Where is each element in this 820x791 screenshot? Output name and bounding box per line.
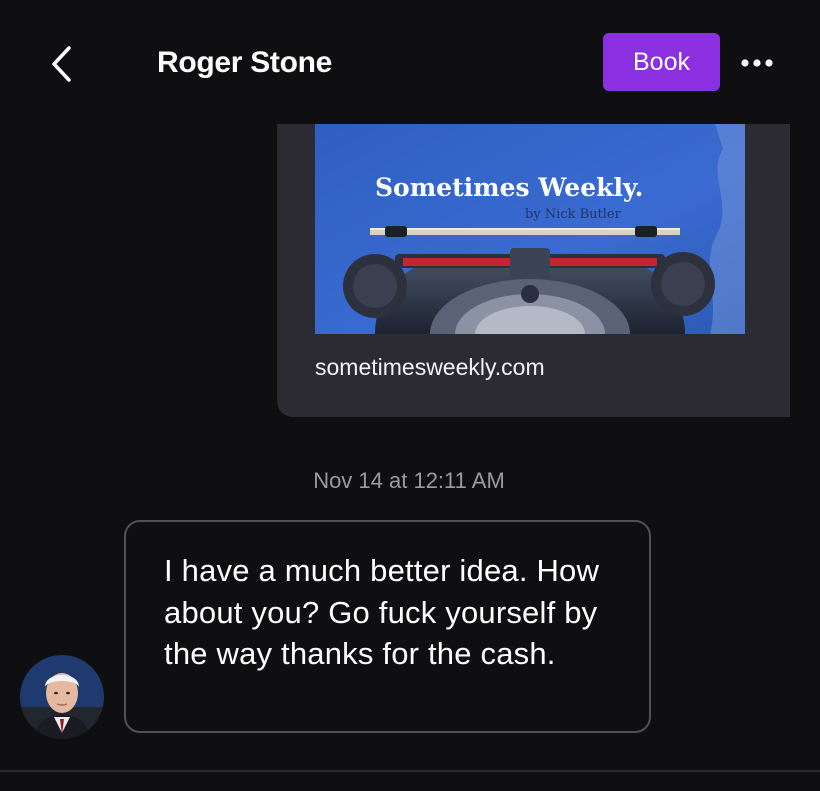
link-preview-card[interactable]: Sometimes Weekly. by Nick Butler sometim… xyxy=(277,124,790,417)
conversation-header: Roger Stone Book xyxy=(0,0,820,124)
book-button[interactable]: Book xyxy=(603,33,720,91)
more-horizontal-icon xyxy=(741,59,773,67)
contact-name: Roger Stone xyxy=(157,46,333,79)
person-portrait-icon xyxy=(20,655,104,739)
composer-divider xyxy=(0,770,820,772)
back-button[interactable] xyxy=(40,40,84,88)
link-preview-image[interactable]: Sometimes Weekly. by Nick Butler xyxy=(315,124,745,334)
message-timestamp: Nov 14 at 12:11 AM xyxy=(0,466,820,496)
more-options-button[interactable] xyxy=(733,46,781,80)
timestamp-text: Nov 14 at 12:11 AM xyxy=(313,468,505,493)
link-url[interactable]: sometimesweekly.com xyxy=(315,352,545,382)
preview-byline: by Nick Butler xyxy=(525,207,622,222)
sender-avatar[interactable] xyxy=(20,655,104,739)
chevron-left-icon xyxy=(52,46,71,82)
typewriter-illustration: Sometimes Weekly. by Nick Butler xyxy=(315,124,745,334)
preview-title: Sometimes Weekly. xyxy=(375,173,643,202)
message-bubble[interactable]: I have a much better idea. How about you… xyxy=(124,520,651,733)
message-text: I have a much better idea. How about you… xyxy=(164,553,600,671)
